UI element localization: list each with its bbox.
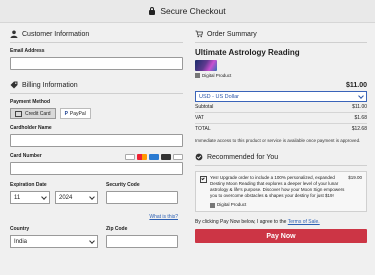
cart-icon	[195, 30, 203, 38]
card-number-label: Card Number	[10, 153, 42, 159]
exp-year-select[interactable]: 2024	[55, 191, 98, 204]
exp-month-select[interactable]: 11	[10, 191, 50, 204]
chevron-down-icon	[89, 193, 95, 200]
order-summary-title: Order Summary	[206, 30, 257, 38]
chevron-down-icon	[358, 92, 364, 99]
total-label: TOTAL	[194, 126, 211, 132]
terms-prefix: By clicking Pay Now below, I agree to th…	[194, 219, 287, 225]
upsell-product-type: Digital Product	[216, 202, 247, 207]
lock-icon	[149, 6, 156, 15]
left-column: Customer Information Email Address Billi…	[6, 23, 187, 248]
terms-link[interactable]: Terms of Sale.	[288, 219, 320, 225]
paypal-label: PayPal	[69, 110, 86, 117]
chevron-down-icon	[41, 193, 47, 200]
payment-method-label: Payment Method	[10, 99, 51, 105]
currency-select[interactable]: USD - US Dollar	[194, 91, 367, 102]
credit-card-tab[interactable]: Credit Card	[10, 108, 56, 119]
secure-checkout-bar: Secure Checkout	[0, 0, 375, 23]
upsell-price: $19.00	[348, 175, 362, 180]
country-value: India	[14, 238, 28, 245]
currency-value: USD - US Dollar	[198, 93, 240, 100]
country-label: Country	[10, 226, 30, 232]
upsell-offer[interactable]: Yes! Upgrade order to include a 100% per…	[194, 171, 367, 212]
download-icon	[194, 73, 200, 78]
vat-label: VAT	[194, 115, 204, 121]
country-select[interactable]: India	[10, 235, 98, 248]
terms-text: By clicking Pay Now below, I agree to th…	[195, 219, 367, 225]
discover-icon	[160, 153, 171, 160]
card-brands	[124, 153, 183, 160]
total-row: TOTAL $12.68	[195, 124, 367, 134]
email-field[interactable]	[10, 57, 183, 70]
vat-row: VAT $1.68	[194, 113, 367, 124]
user-icon	[10, 30, 18, 38]
recommended-title: Recommended for You	[206, 153, 279, 161]
exp-year-value: 2024	[59, 194, 73, 201]
whats-this-link[interactable]: What is this?	[149, 214, 178, 220]
paypal-tab[interactable]: P PayPal	[59, 108, 91, 119]
upsell-text: Yes! Upgrade order to include a 100% per…	[209, 175, 345, 198]
subtotal-value: $11.00	[352, 104, 367, 110]
product-thumbnail	[194, 60, 217, 71]
expiration-label: Expiration Date	[10, 182, 47, 188]
billing-section-title: Billing Information	[22, 81, 78, 89]
mastercard-icon	[136, 153, 147, 160]
checkout-title: Secure Checkout	[160, 6, 226, 16]
zip-label: Zip Code	[106, 226, 128, 232]
credit-card-icon	[15, 110, 22, 117]
product-type: Digital Product	[201, 73, 232, 78]
check-circle-icon	[195, 153, 203, 161]
subtotal-row: Subtotal $11.00	[194, 102, 367, 113]
access-note: Immediate access to this product or serv…	[194, 138, 361, 143]
total-value: $12.68	[351, 126, 367, 132]
exp-month-value: 11	[14, 194, 21, 201]
customer-section-title: Customer Information	[22, 30, 90, 38]
card-number-field[interactable]	[10, 162, 183, 175]
product-title: Ultimate Astrology Reading	[194, 48, 300, 57]
cardholder-label: Cardholder Name	[10, 125, 52, 131]
chevron-down-icon	[89, 237, 95, 244]
upsell-checkbox[interactable]	[199, 176, 207, 183]
download-icon	[209, 202, 215, 208]
pay-now-button[interactable]: Pay Now	[194, 229, 367, 243]
tag-icon	[10, 81, 18, 89]
security-code-field[interactable]	[106, 191, 178, 204]
vat-value: $1.68	[354, 115, 367, 121]
paypal-icon: P	[64, 110, 68, 117]
amex-icon	[148, 153, 159, 160]
recommended-header: Recommended for You	[195, 150, 367, 164]
customer-section-header: Customer Information	[10, 27, 183, 41]
upsell-digital-tag: Digital Product	[209, 202, 345, 208]
security-code-label: Security Code	[106, 182, 140, 188]
email-label: Email Address	[10, 48, 45, 54]
right-column: Order Summary Ultimate Astrology Reading…	[193, 23, 369, 248]
order-summary-header: Order Summary	[195, 27, 367, 41]
zip-field[interactable]	[106, 235, 178, 248]
digital-product-tag: Digital Product	[194, 73, 367, 78]
credit-card-label: Credit Card	[25, 110, 51, 117]
subtotal-label: Subtotal	[194, 104, 214, 110]
visa-icon	[124, 153, 135, 160]
diners-icon	[172, 153, 183, 160]
cardholder-field[interactable]	[10, 134, 183, 147]
product-price: $11.00	[345, 82, 367, 89]
billing-section-header: Billing Information	[10, 78, 183, 92]
